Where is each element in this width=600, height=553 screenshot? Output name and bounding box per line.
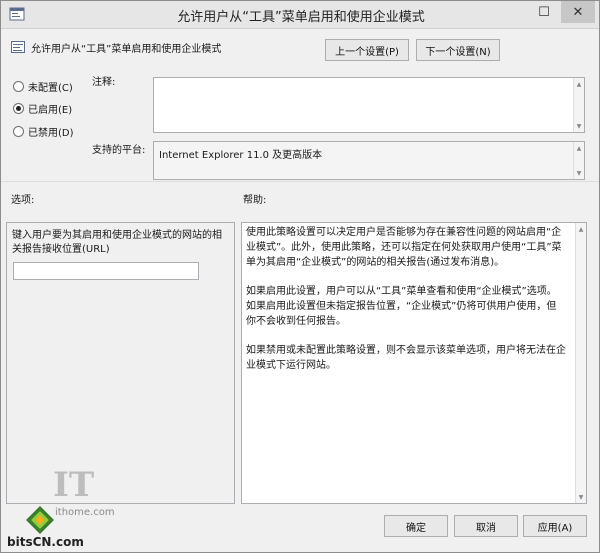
options-heading: 选项:: [11, 195, 35, 206]
scroll-up-icon[interactable]: ▲: [574, 143, 584, 153]
scroll-down-icon[interactable]: ▼: [574, 121, 584, 131]
platform-label: 支持的平台:: [92, 145, 146, 156]
apply-button[interactable]: 应用(A): [523, 515, 587, 537]
policy-title: 允许用户从“工具”菜单启用和使用企业模式: [31, 43, 222, 55]
platform-scrollbar[interactable]: ▲ ▼: [573, 142, 584, 179]
help-panel: 使用此策略设置可以决定用户是否能够为存在兼容性问题的网站启用“企业模式”。此外，…: [241, 222, 587, 504]
radio-circle[interactable]: [13, 80, 24, 92]
help-paragraph: 使用此策略设置可以决定用户是否能够为存在兼容性问题的网站启用“企业模式”。此外，…: [246, 227, 562, 268]
window-title: 允许用户从“工具”菜单启用和使用企业模式: [177, 10, 425, 25]
ok-button[interactable]: 确定: [384, 515, 448, 537]
platform-value: Internet Explorer 11.0 及更高版本: [159, 150, 323, 161]
maximize-button[interactable]: ☐: [529, 1, 559, 23]
policy-setting-icon: [11, 41, 25, 53]
watermark-diamond-icon: [26, 506, 54, 534]
radio-disabled[interactable]: 已禁用(D): [13, 124, 74, 139]
comment-scrollbar[interactable]: ▲ ▼: [573, 78, 584, 132]
title-bar[interactable]: 允许用户从“工具”菜单启用和使用企业模式 ☐ ✕: [1, 1, 599, 29]
radio-circle[interactable]: [13, 125, 24, 137]
comment-textarea[interactable]: ▲ ▼: [153, 77, 585, 133]
radio-label: 未配置(C): [28, 82, 73, 94]
section-divider: [1, 181, 599, 182]
previous-setting-button[interactable]: 上一个设置(P): [325, 39, 409, 61]
scroll-up-icon[interactable]: ▲: [574, 79, 584, 89]
policy-app-icon: [9, 7, 25, 21]
radio-not-configured[interactable]: 未配置(C): [13, 79, 73, 94]
report-url-input[interactable]: [13, 262, 199, 280]
scroll-down-icon[interactable]: ▼: [576, 492, 586, 502]
help-text: 使用此策略设置可以决定用户是否能够为存在兼容性问题的网站启用“企业模式”。此外，…: [246, 225, 566, 387]
help-paragraph: 如果启用此设置，用户可以从“工具”菜单查看和使用“企业模式”选项。如果启用此设置…: [246, 286, 557, 327]
radio-label: 已启用(E): [28, 104, 73, 116]
scroll-up-icon[interactable]: ▲: [576, 224, 586, 234]
policy-dialog: 允许用户从“工具”菜单启用和使用企业模式 ☐ ✕ 允许用户从“工具”菜单启用和使…: [0, 0, 600, 553]
help-paragraph: 如果禁用或未配置此策略设置，则不会显示该菜单选项，用户将无法在企业模式下运行网站…: [246, 345, 566, 371]
cancel-button[interactable]: 取消: [454, 515, 518, 537]
url-field-label: 键入用户要为其启用和使用企业模式的网站的相关报告接收位置(URL): [12, 230, 222, 255]
scroll-down-icon[interactable]: ▼: [574, 168, 584, 178]
close-button[interactable]: ✕: [561, 1, 595, 23]
radio-circle-checked[interactable]: [13, 102, 24, 114]
help-scrollbar[interactable]: ▲ ▼: [575, 223, 586, 503]
next-setting-button[interactable]: 下一个设置(N): [416, 39, 500, 61]
watermark-site: ithome.com: [55, 507, 115, 518]
help-heading: 帮助:: [243, 195, 267, 206]
policy-header: 允许用户从“工具”菜单启用和使用企业模式: [11, 38, 221, 56]
comment-label: 注释:: [92, 77, 116, 88]
platform-box: Internet Explorer 11.0 及更高版本 ▲ ▼: [153, 141, 585, 180]
maximize-icon: ☐: [538, 4, 550, 20]
radio-label: 已禁用(D): [28, 127, 74, 139]
close-icon: ✕: [572, 4, 584, 20]
watermark-bitscn: bitsCN.com: [7, 535, 84, 549]
radio-enabled[interactable]: 已启用(E): [13, 101, 73, 116]
